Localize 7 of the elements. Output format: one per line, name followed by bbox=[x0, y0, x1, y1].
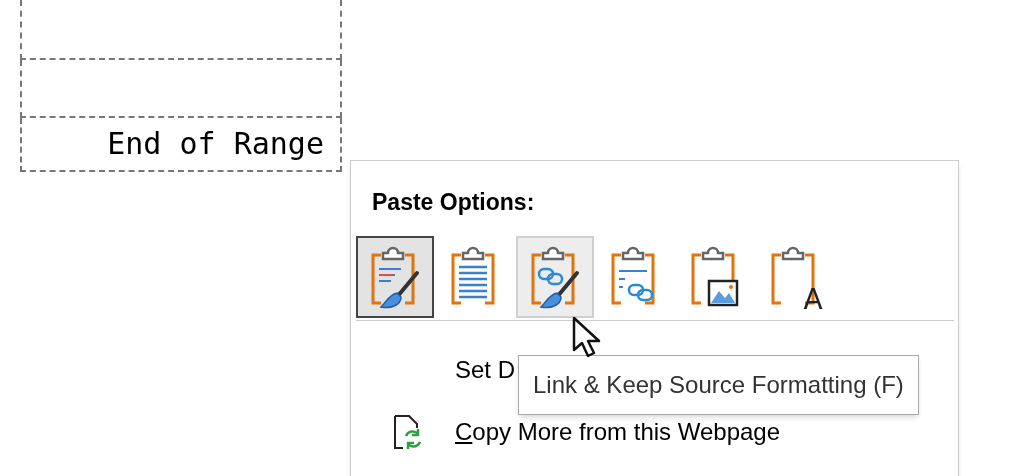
tooltip: Link & Keep Source Formatting (F) bbox=[518, 355, 919, 415]
paste-option-button[interactable]: A bbox=[756, 235, 834, 318]
menu-item-label: Copy More from this Webpage bbox=[455, 416, 781, 447]
sheet-cell: End of Range bbox=[20, 118, 342, 172]
refresh-page-icon bbox=[393, 413, 421, 450]
paste-option-button[interactable] bbox=[356, 235, 434, 318]
menu-heading: Paste Options: bbox=[372, 188, 536, 217]
